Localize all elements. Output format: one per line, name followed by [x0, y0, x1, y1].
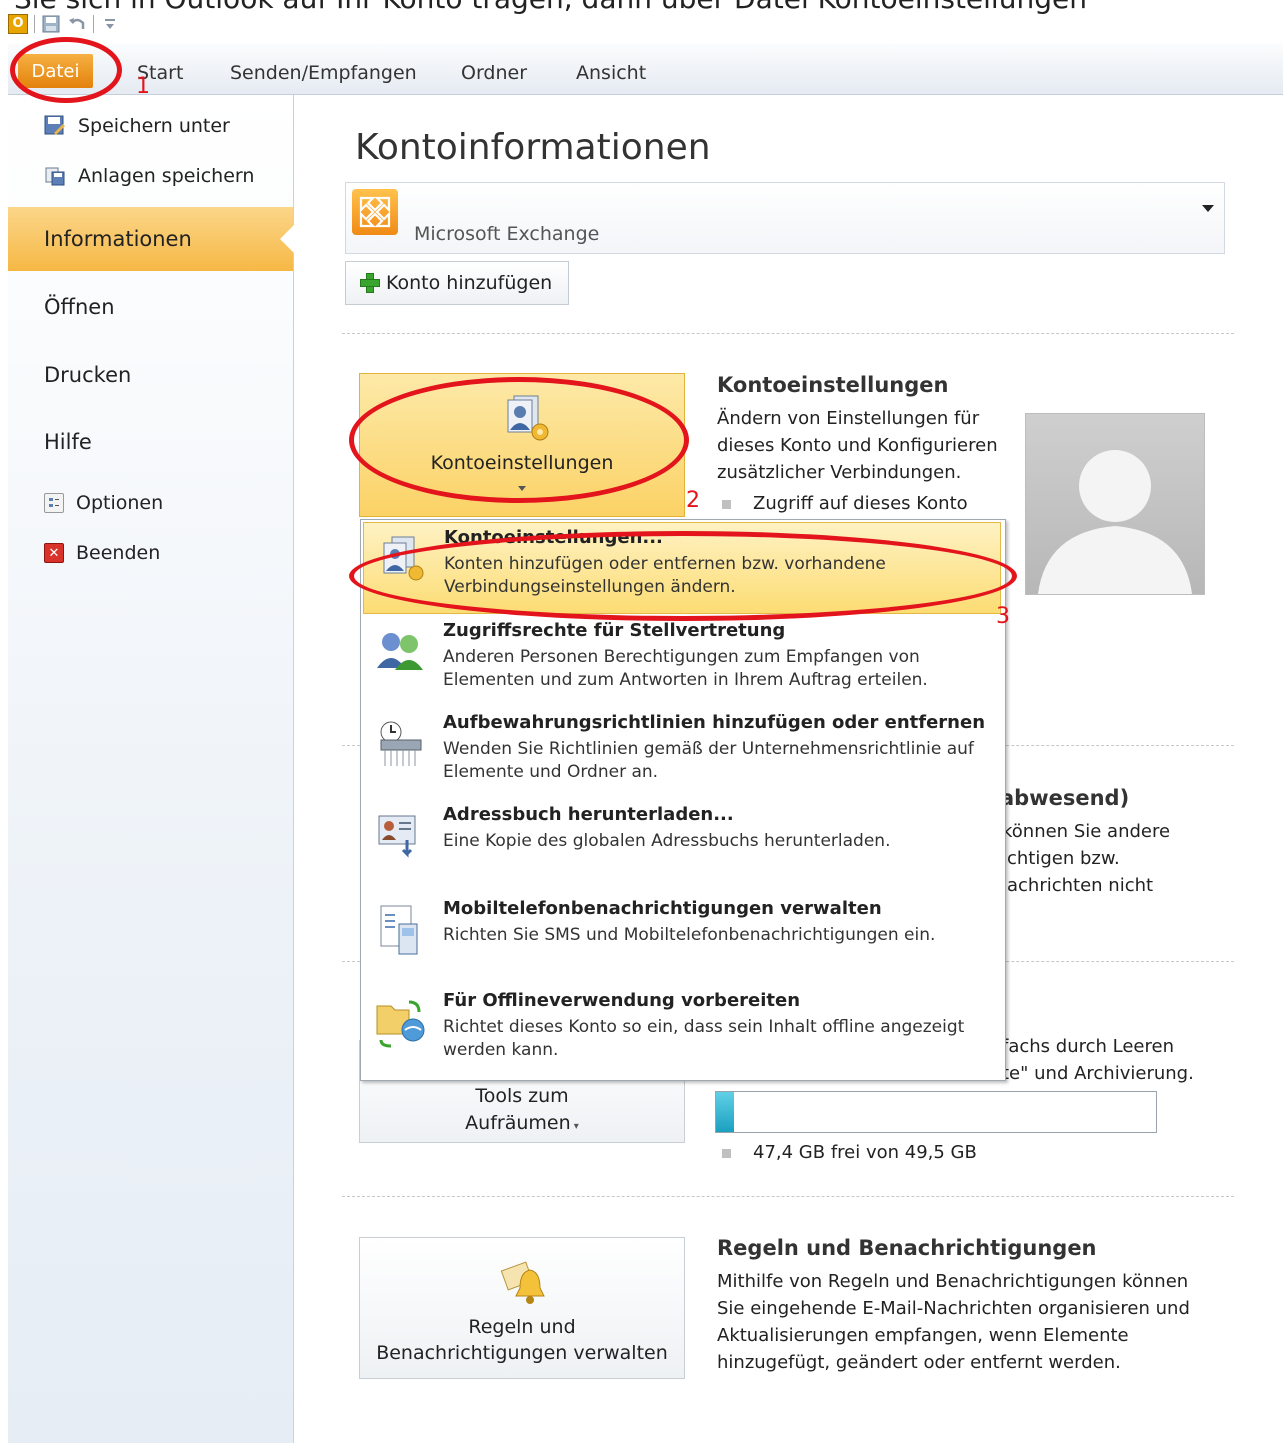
nav-optionen[interactable]: Optionen — [44, 492, 163, 514]
annotation-number-1: 1 — [136, 74, 150, 99]
nav-informationen[interactable]: Informationen — [8, 207, 294, 271]
selected-notch — [280, 225, 294, 253]
ribbon-tab-bar: Datei Start Senden/Empfangen Ordner Ansi… — [8, 44, 1283, 95]
menu-item-offline-prep[interactable]: Für Offlineverwendung vorbereiten Richte… — [363, 986, 1001, 1078]
menu-item-desc: Anderen Personen Berechtigungen zum Empf… — [443, 647, 928, 690]
menu-item-title: Aufbewahrungsrichtlinien hinzufügen oder… — [443, 712, 986, 733]
nav-save-as[interactable]: Speichern unter — [44, 115, 230, 137]
exit-icon: ✕ — [44, 543, 64, 563]
outlook-icon[interactable]: O — [8, 14, 28, 34]
annotation-number-2: 2 — [686, 488, 700, 513]
qat-separator — [93, 15, 94, 33]
save-attachments-icon — [44, 165, 66, 187]
delegate-users-icon — [373, 626, 429, 678]
annotation-number-3: 3 — [996, 604, 1010, 629]
undo-icon[interactable] — [67, 14, 87, 34]
storage-text: 47,4 GB frei von 49,5 GB — [753, 1142, 977, 1163]
account-access-text: Zugriff auf dieses Konto — [753, 493, 968, 514]
quick-access-toolbar: O — [8, 10, 120, 38]
qat-separator — [34, 15, 35, 33]
annotation-ellipse-2 — [349, 377, 689, 503]
account-access-bullet: Zugriff auf dieses Konto — [722, 490, 1012, 517]
menu-item-desc: Wenden Sie Richtlinien gemäß der Unterne… — [443, 739, 974, 782]
dropdown-arrow-icon — [1202, 205, 1214, 212]
nav-beenden[interactable]: ✕ Beenden — [44, 542, 160, 564]
storage-bar-fill — [716, 1092, 734, 1132]
nav-oeffnen[interactable]: Öffnen — [44, 295, 115, 319]
menu-item-download-address-book[interactable]: Adressbuch herunterladen... Eine Kopie d… — [363, 800, 1001, 892]
nav-beenden-label: Beenden — [76, 542, 161, 564]
account-settings-title: Kontoeinstellungen — [717, 373, 949, 397]
annotation-ellipse-3 — [349, 531, 1017, 621]
menu-item-title: Zugriffsrechte für Stellvertretung — [443, 620, 786, 641]
backstage-nav: Speichern unter Anlagen speichern Inform… — [8, 95, 294, 1443]
cleanup-desc-1: fachs durch Leeren — [1002, 1036, 1174, 1057]
account-settings-desc: Ändern von Einstellungen für dieses Kont… — [717, 408, 998, 483]
account-selector[interactable]: Microsoft Exchange — [345, 182, 1225, 254]
menu-item-delegate-access[interactable]: Zugriffsrechte für Stellvertretung Ander… — [363, 616, 1001, 708]
cleanup-tools-line1: Tools zum — [475, 1085, 569, 1107]
page-title: Kontoinformationen — [355, 127, 711, 168]
rules-title: Regeln und Benachrichtigungen — [717, 1236, 1097, 1260]
tab-ordner[interactable]: Ordner — [461, 62, 527, 84]
nav-save-as-label: Speichern unter — [78, 115, 230, 137]
options-icon — [44, 493, 64, 513]
rules-alerts-icon — [496, 1256, 548, 1308]
address-book-download-icon — [373, 810, 429, 862]
offline-sync-icon — [373, 996, 429, 1048]
plus-icon — [360, 273, 380, 293]
rules-button-line1: Regeln und — [468, 1316, 576, 1338]
out-of-office-desc-2: ichtigen bzw. — [1002, 848, 1120, 869]
bullet-icon — [722, 1148, 731, 1158]
retention-shredder-icon — [373, 718, 429, 770]
tab-senden-empfangen[interactable]: Senden/Empfangen — [230, 62, 417, 84]
menu-item-mobile-notifications[interactable]: Mobiltelefonbenachrichtigungen verwalten… — [363, 894, 1001, 986]
nav-save-attachments[interactable]: Anlagen speichern — [44, 165, 254, 187]
storage-info: 47,4 GB frei von 49,5 GB — [722, 1139, 977, 1166]
tab-ansicht[interactable]: Ansicht — [576, 62, 646, 84]
menu-item-desc: Eine Kopie des globalen Adressbuchs heru… — [443, 831, 891, 851]
rules-desc: Mithilfe von Regeln und Benachrichtigung… — [717, 1271, 1190, 1373]
out-of-office-desc-1: können Sie andere — [1002, 821, 1171, 842]
menu-item-retention-policies[interactable]: Aufbewahrungsrichtlinien hinzufügen oder… — [363, 708, 1001, 800]
customize-qat-icon[interactable] — [100, 14, 120, 34]
cropped-instruction-text: Sie sich in Outlook auf Ihr Konto tragen… — [14, 0, 1087, 15]
menu-item-title: Adressbuch herunterladen... — [443, 804, 734, 825]
menu-item-desc: Richtet dieses Konto so ein, dass sein I… — [443, 1017, 965, 1060]
chevron-down-icon: ▾ — [570, 1121, 579, 1132]
nav-hilfe[interactable]: Hilfe — [44, 430, 92, 454]
mobile-notification-icon — [373, 904, 429, 956]
out-of-office-desc-3: lachrichten nicht — [1002, 875, 1154, 896]
cleanup-desc-2: te" und Archivierung. — [1002, 1063, 1194, 1084]
section-divider — [342, 333, 1234, 334]
bullet-icon — [722, 499, 731, 509]
out-of-office-title: abwesend) — [1000, 786, 1130, 810]
account-name: Microsoft Exchange — [414, 223, 600, 245]
annotation-ellipse-1 — [10, 37, 122, 103]
add-account-button[interactable]: Konto hinzufügen — [345, 261, 569, 305]
mailbox-storage-bar — [715, 1091, 1157, 1133]
menu-item-title: Mobiltelefonbenachrichtigungen verwalten — [443, 898, 882, 919]
save-icon[interactable] — [41, 14, 61, 34]
cleanup-tools-line2: Aufräumen — [465, 1112, 571, 1134]
menu-item-title: Für Offlineverwendung vorbereiten — [443, 990, 801, 1011]
cleanup-tools-line2-wrap: Aufräumen ▾ — [360, 1112, 684, 1134]
exchange-icon — [352, 189, 398, 235]
rules-button-line2: Benachrichtigungen verwalten — [376, 1342, 668, 1364]
section-divider — [342, 1196, 1234, 1197]
add-account-label: Konto hinzufügen — [386, 272, 553, 294]
save-as-icon — [44, 115, 66, 137]
rules-button[interactable]: Regeln und Benachrichtigungen verwalten — [359, 1237, 685, 1379]
nav-save-attachments-label: Anlagen speichern — [78, 165, 255, 187]
nav-drucken[interactable]: Drucken — [44, 363, 131, 387]
profile-photo-placeholder — [1025, 413, 1205, 595]
nav-informationen-label: Informationen — [44, 227, 192, 251]
menu-item-desc: Richten Sie SMS und Mobiltelefonbenachri… — [443, 925, 936, 945]
nav-optionen-label: Optionen — [76, 492, 164, 514]
